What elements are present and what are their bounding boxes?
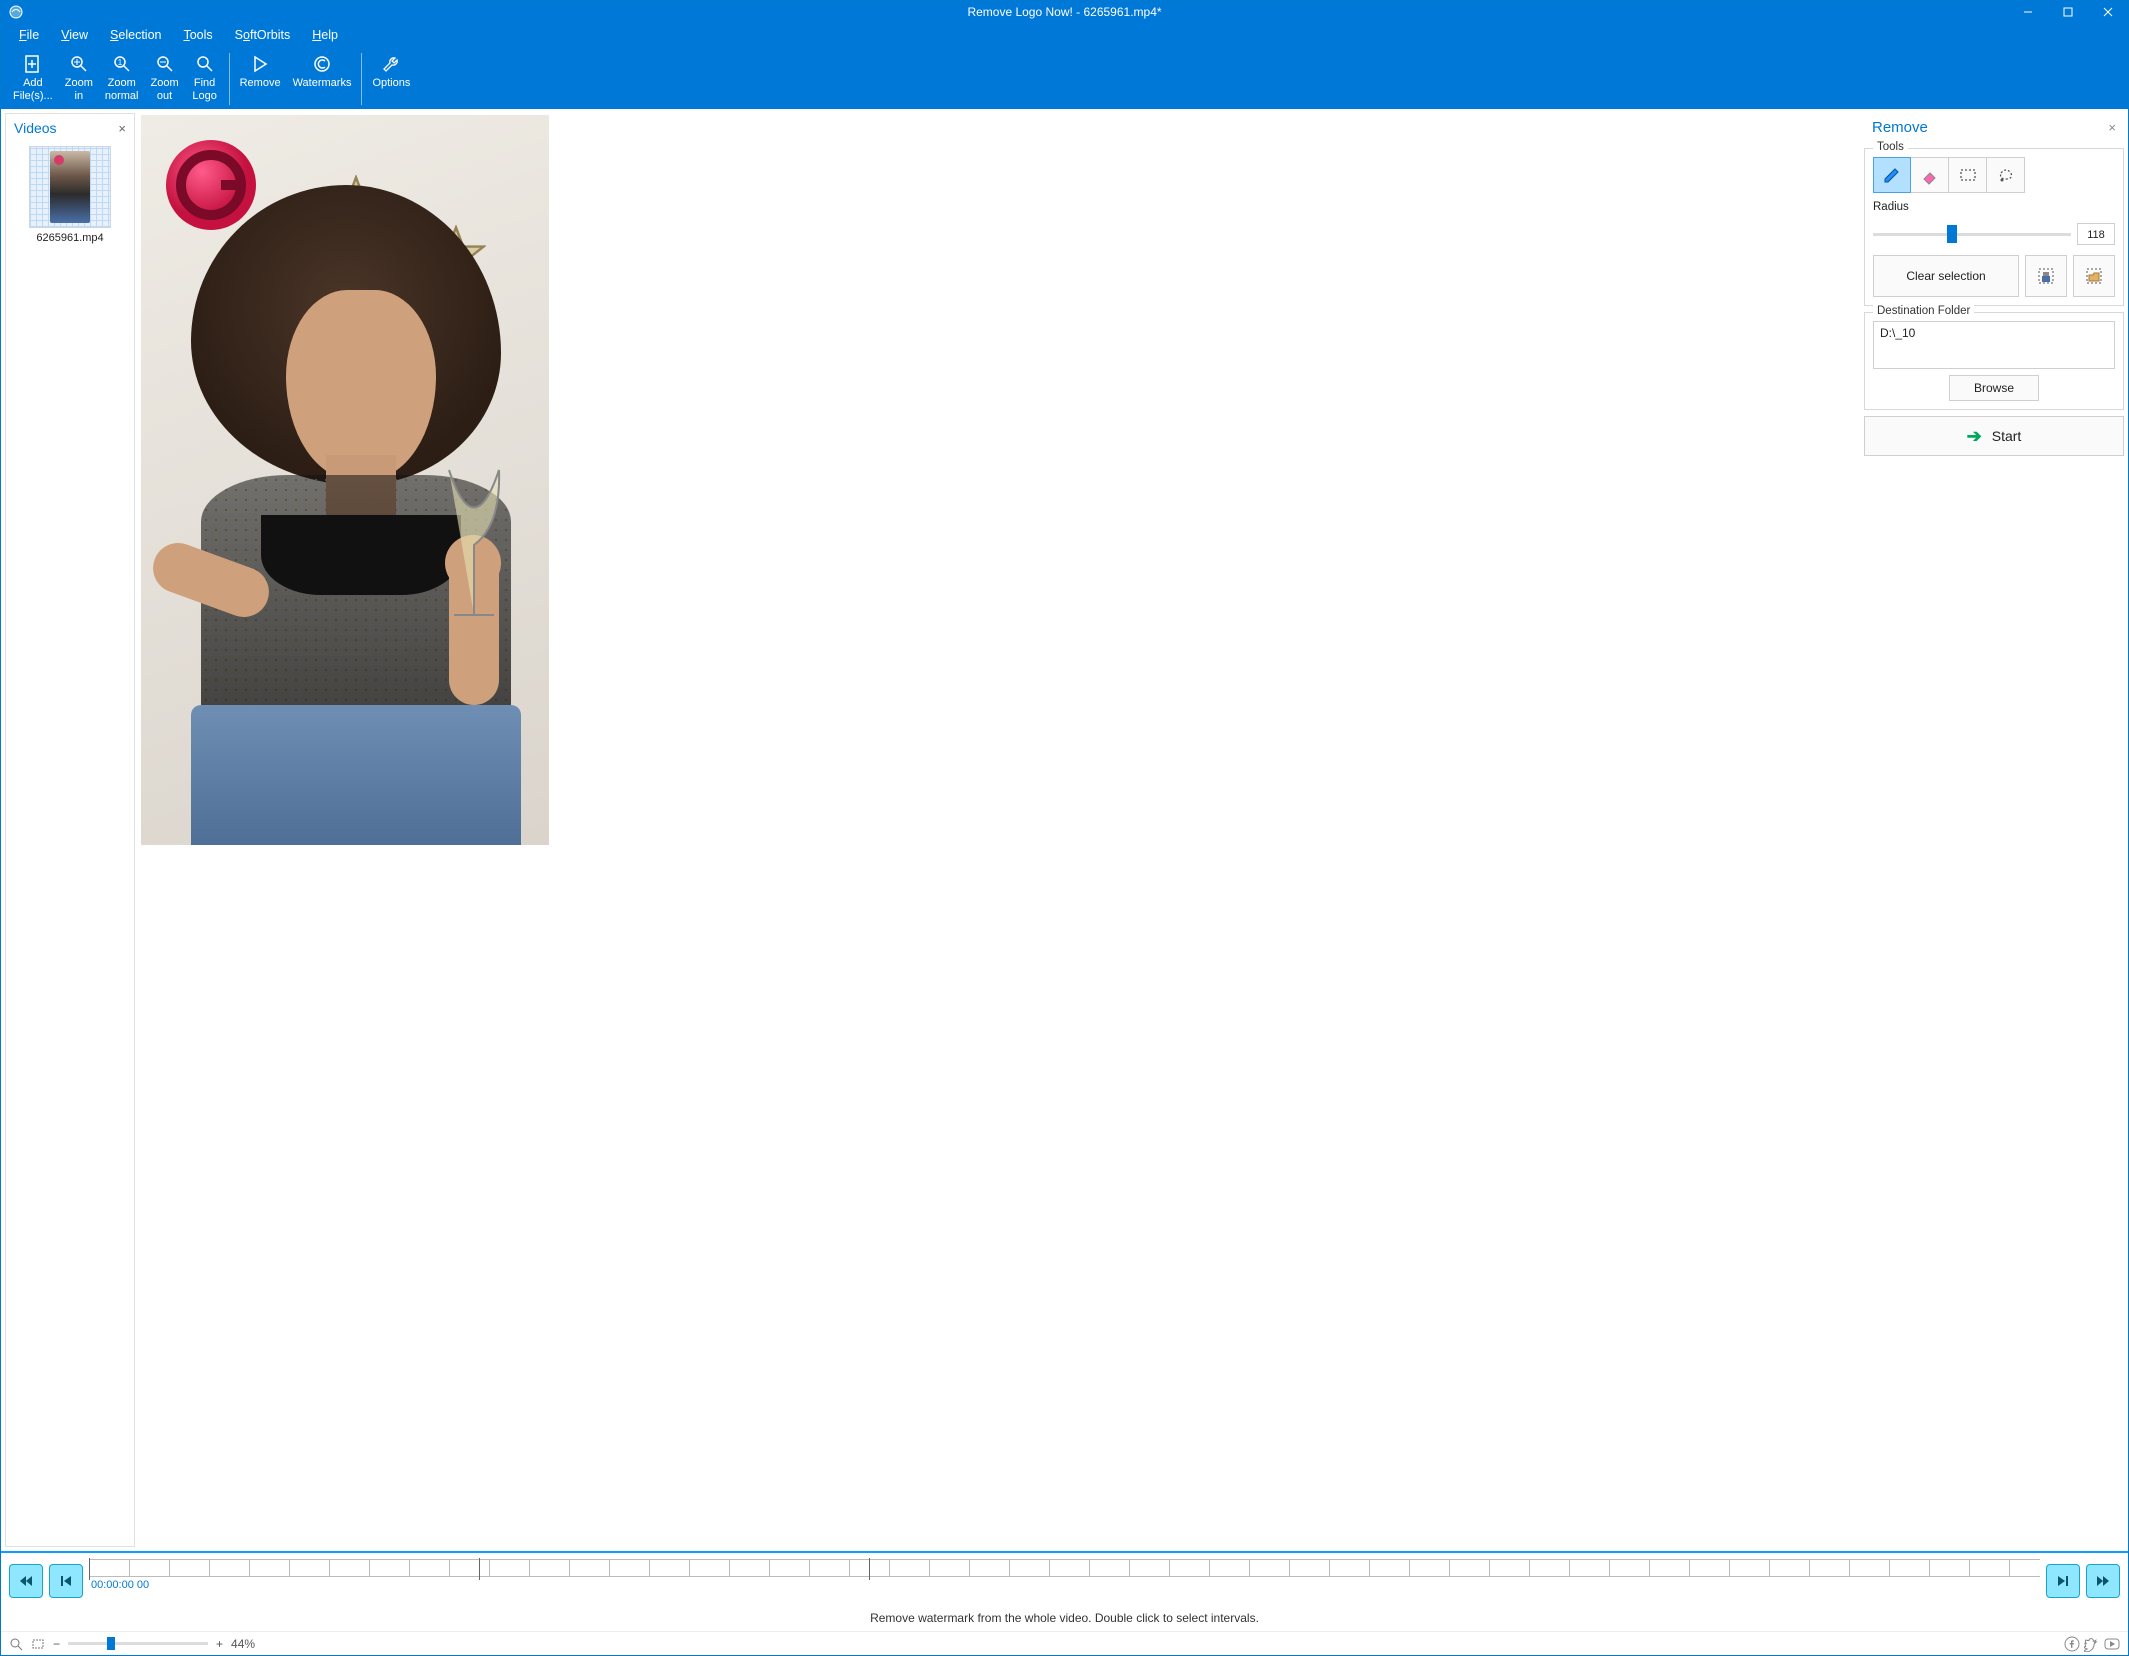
- toolbar-separator: [229, 53, 230, 105]
- options-button[interactable]: Options: [366, 49, 416, 109]
- fit-window-icon[interactable]: [9, 1637, 23, 1651]
- actual-size-icon[interactable]: [31, 1637, 45, 1651]
- save-selection-button[interactable]: [2025, 255, 2067, 297]
- video-preview-area[interactable]: [135, 109, 1864, 1551]
- menu-view[interactable]: View: [51, 25, 98, 45]
- radius-value[interactable]: 118: [2077, 223, 2115, 245]
- lasso-tool-button[interactable]: [1987, 157, 2025, 193]
- menu-tools[interactable]: Tools: [173, 25, 222, 45]
- menu-help[interactable]: Help: [302, 25, 348, 45]
- load-selection-button[interactable]: [2073, 255, 2115, 297]
- person-top: [261, 515, 461, 595]
- radius-slider[interactable]: [1873, 233, 2071, 236]
- zoom-out-small-icon[interactable]: −: [53, 1637, 60, 1651]
- timecode-label: 00:00:00 00: [91, 1579, 149, 1591]
- window-title: Remove Logo Now! - 6265961.mp4*: [967, 5, 1161, 19]
- lasso-icon: [1996, 165, 2016, 185]
- video-thumbnail-image: [29, 146, 111, 228]
- skip-back-button[interactable]: [9, 1564, 43, 1598]
- destination-group-label: Destination Folder: [1873, 305, 1974, 317]
- eraser-icon: [1920, 165, 1940, 185]
- remove-panel-title: Remove: [1872, 119, 1928, 136]
- zoom-normal-icon: 1: [112, 51, 132, 77]
- copyright-icon: [312, 51, 332, 77]
- menu-bar: File View Selection Tools SoftOrbits Hel…: [1, 23, 2128, 47]
- svg-text:1: 1: [117, 58, 122, 67]
- marker-tool-button[interactable]: [1873, 157, 1911, 193]
- close-button[interactable]: [2088, 1, 2128, 23]
- zoom-in-button[interactable]: Zoom in: [59, 49, 99, 109]
- zoom-normal-button[interactable]: 1 Zoom normal: [99, 49, 145, 109]
- radius-label: Radius: [1873, 201, 2115, 213]
- zoom-out-icon: [155, 51, 175, 77]
- facebook-icon[interactable]: [2064, 1636, 2080, 1652]
- destination-group: Destination Folder D:\_10 Browse: [1864, 312, 2124, 410]
- menu-selection[interactable]: Selection: [100, 25, 171, 45]
- wine-glass-icon: [439, 465, 509, 635]
- find-logo-button[interactable]: Find Logo: [185, 49, 225, 109]
- zoom-slider[interactable]: [68, 1642, 208, 1645]
- toolbar-separator: [361, 53, 362, 105]
- title-bar: Remove Logo Now! - 6265961.mp4*: [1, 1, 2128, 23]
- wrench-icon: [381, 51, 401, 77]
- status-bar: − + 44%: [1, 1631, 2128, 1655]
- maximize-button[interactable]: [2048, 1, 2088, 23]
- save-selection-icon: [2036, 266, 2056, 286]
- start-button-label: Start: [1992, 428, 2022, 444]
- video-thumbnail-label: 6265961.mp4: [36, 232, 103, 244]
- app-icon: [5, 1, 27, 23]
- tools-group: Tools Radius 118 C: [1864, 148, 2124, 306]
- video-frame: [141, 115, 549, 845]
- play-icon: [250, 51, 270, 77]
- person-jeans: [191, 705, 521, 845]
- step-forward-button[interactable]: [2046, 1564, 2080, 1598]
- watermarks-button[interactable]: Watermarks: [287, 49, 358, 109]
- destination-path-field[interactable]: D:\_10: [1873, 321, 2115, 369]
- eraser-tool-button[interactable]: [1911, 157, 1949, 193]
- zoom-out-button[interactable]: Zoom out: [144, 49, 184, 109]
- find-logo-icon: [195, 51, 215, 77]
- twitter-icon[interactable]: [2084, 1636, 2100, 1652]
- clear-selection-button[interactable]: Clear selection: [1873, 255, 2019, 297]
- menu-softorbits[interactable]: SoftOrbits: [225, 25, 301, 45]
- timeline-hint: Remove watermark from the whole video. D…: [1, 1609, 2128, 1631]
- remove-button[interactable]: Remove: [234, 49, 287, 109]
- timeline-area: 00:00:00 00 Remove watermark from the wh…: [1, 1551, 2128, 1631]
- menu-file[interactable]: File: [9, 25, 49, 45]
- person-face: [286, 290, 436, 480]
- add-files-button[interactable]: Add File(s)...: [7, 49, 59, 109]
- videos-panel-close-icon[interactable]: ×: [118, 121, 126, 136]
- videos-panel-title: Videos: [14, 120, 57, 136]
- remove-panel: Remove × Tools Radius: [1864, 113, 2124, 1547]
- start-button[interactable]: ➔ Start: [1864, 416, 2124, 456]
- videos-panel: Videos × 6265961.mp4: [5, 113, 135, 1547]
- toolbar: Add File(s)... Zoom in 1 Zoom normal Zoo…: [1, 47, 2128, 109]
- youtube-icon[interactable]: [2104, 1636, 2120, 1652]
- zoom-in-small-icon[interactable]: +: [216, 1637, 223, 1651]
- load-selection-icon: [2084, 266, 2104, 286]
- marker-icon: [1882, 165, 1902, 185]
- zoom-in-icon: [69, 51, 89, 77]
- rectangle-select-icon: [1958, 165, 1978, 185]
- minimize-button[interactable]: [2008, 1, 2048, 23]
- main-area: Videos × 6265961.mp4: [1, 109, 2128, 1551]
- skip-forward-button[interactable]: [2086, 1564, 2120, 1598]
- add-file-icon: [23, 51, 43, 77]
- remove-panel-close-icon[interactable]: ×: [2108, 120, 2116, 135]
- step-back-button[interactable]: [49, 1564, 83, 1598]
- zoom-percent-label: 44%: [231, 1637, 271, 1651]
- browse-button[interactable]: Browse: [1949, 375, 2039, 401]
- rectangle-select-tool-button[interactable]: [1949, 157, 1987, 193]
- timeline-ruler[interactable]: 00:00:00 00: [89, 1559, 2040, 1603]
- arrow-right-icon: ➔: [1967, 426, 1982, 447]
- tools-group-label: Tools: [1873, 141, 1908, 153]
- video-thumbnail-item[interactable]: 6265961.mp4: [10, 146, 130, 244]
